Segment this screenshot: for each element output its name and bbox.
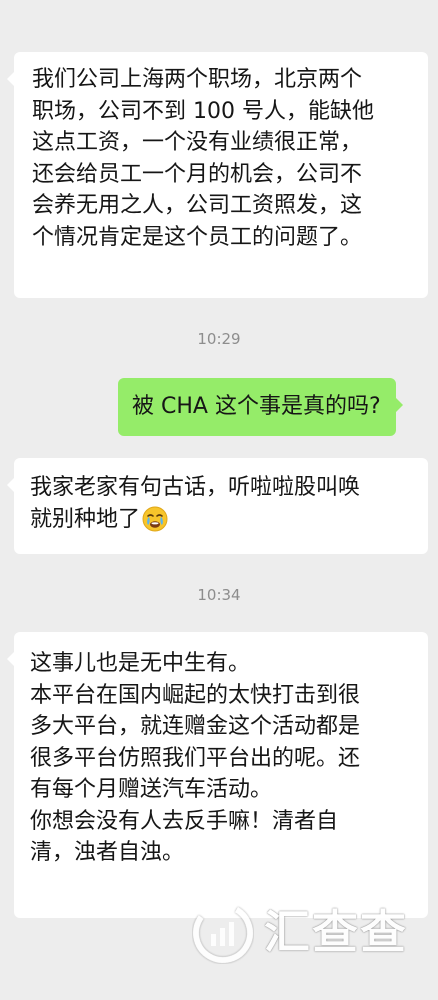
message-text: 这事儿也是无中生有。 本平台在国内崛起的太快打击到很 多大平台，就连赠金这个活动… xyxy=(30,651,361,865)
message-text: 我家老家有句古话，听啦啦股叫唤 就别种地了 xyxy=(30,472,418,535)
watermark: 汇查查 xyxy=(192,898,432,968)
incoming-message-bubble[interactable]: 我家老家有句古话，听啦啦股叫唤 就别种地了 xyxy=(7,458,428,554)
crying-face-icon xyxy=(142,506,168,531)
message-text-content: 我家老家有句古话，听啦啦股叫唤 就别种地了 xyxy=(30,475,361,532)
chart-circle-logo-icon xyxy=(193,903,253,963)
timestamp: 10:34 xyxy=(197,586,241,604)
message-text: 我们公司上海两个职场，北京两个 职场，公司不到 100 号人，能缺他 这点工资，… xyxy=(32,67,374,250)
outgoing-message-bubble[interactable]: 被 CHA 这个事是真的吗? xyxy=(118,378,403,436)
incoming-message-bubble[interactable]: 这事儿也是无中生有。 本平台在国内崛起的太快打击到很 多大平台，就连赠金这个活动… xyxy=(7,632,428,918)
message-text: 被 CHA 这个事是真的吗? xyxy=(132,394,381,419)
incoming-message-bubble[interactable]: 我们公司上海两个职场，北京两个 职场，公司不到 100 号人，能缺他 这点工资，… xyxy=(7,52,428,298)
timestamp: 10:29 xyxy=(197,330,241,348)
watermark-text: 汇查查 xyxy=(264,905,408,959)
